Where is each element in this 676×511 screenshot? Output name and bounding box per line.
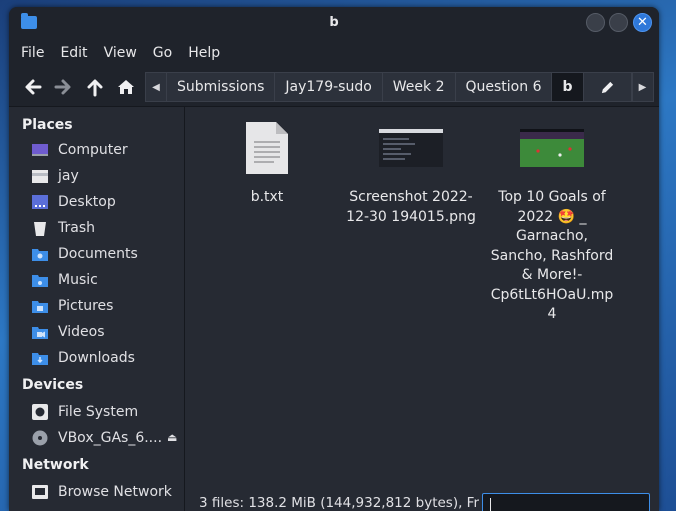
close-button[interactable]: ✕ — [633, 13, 652, 32]
sidebar-item-label: Trash — [58, 220, 95, 236]
home-folder-icon — [31, 168, 49, 184]
crumb-b[interactable]: b — [552, 72, 584, 102]
sidebar-item-label: Documents — [58, 246, 138, 262]
search-input[interactable] — [482, 493, 650, 511]
menu-bar: File Edit View Go Help — [9, 39, 659, 67]
sidebar-item-label: Videos — [58, 324, 105, 340]
sidebar: Places Computer jay Desktop Trash Docume… — [9, 107, 185, 511]
text-file-icon — [202, 117, 332, 179]
sidebar-item-browse-network[interactable]: Browse Network — [9, 479, 184, 505]
sidebar-item-label: jay — [58, 168, 79, 184]
window-title: b — [329, 15, 339, 30]
sidebar-item-pictures[interactable]: Pictures — [9, 293, 184, 319]
network-icon — [31, 484, 49, 500]
file-name: b.txt — [250, 189, 284, 205]
eject-icon[interactable]: ⏏ — [167, 431, 177, 444]
devices-heading: Devices — [22, 377, 84, 393]
sidebar-item-label: Downloads — [58, 350, 135, 366]
sidebar-item-downloads[interactable]: Downloads — [9, 345, 184, 371]
toolbar: ◀ Submissions Jay179-sudo Week 2 Questio… — [9, 67, 659, 107]
sidebar-item-label: Music — [58, 272, 98, 288]
up-button[interactable] — [81, 73, 109, 101]
sidebar-item-label: Computer — [58, 142, 128, 158]
chevron-right-icon: ▶ — [638, 81, 647, 93]
downloads-folder-icon — [31, 350, 49, 366]
back-arrow-icon — [25, 79, 42, 95]
menu-file[interactable]: File — [13, 45, 52, 61]
desktop-icon — [31, 194, 49, 210]
home-button[interactable] — [112, 73, 140, 101]
sidebar-item-file-system[interactable]: File System — [9, 399, 184, 425]
trash-icon — [31, 220, 49, 236]
video-thumbnail — [487, 117, 617, 179]
file-item[interactable]: Screenshot 2022-12-30 194015.png — [346, 117, 476, 227]
pathbar-scroll-left-button[interactable]: ◀ — [145, 72, 167, 102]
places-heading: Places — [22, 117, 73, 133]
pathbar-scroll-right-button[interactable]: ▶ — [631, 72, 654, 102]
sidebar-item-vbox-gas[interactable]: VBox_GAs_6.... ⏏ — [9, 425, 184, 451]
menu-go[interactable]: Go — [145, 45, 180, 61]
pictures-folder-icon — [31, 298, 49, 314]
crumb-jay179-sudo[interactable]: Jay179-sudo — [275, 72, 383, 102]
sidebar-item-trash[interactable]: Trash — [9, 215, 184, 241]
crumb-question-6[interactable]: Question 6 — [455, 72, 553, 102]
sidebar-item-videos[interactable]: Videos — [9, 319, 184, 345]
sidebar-item-label: VBox_GAs_6.... — [58, 430, 163, 446]
sidebar-item-label: File System — [58, 404, 139, 420]
close-icon: ✕ — [637, 15, 648, 30]
drive-icon — [31, 404, 49, 420]
image-thumbnail — [346, 117, 476, 179]
pencil-icon — [601, 81, 613, 93]
computer-icon — [31, 142, 49, 158]
status-text: 3 files: 138.2 MiB (144,932,812 bytes), … — [199, 495, 479, 511]
file-name: Top 10 Goals of 2022 🤩 _ Garnacho, Sanch… — [490, 189, 614, 322]
menu-edit[interactable]: Edit — [52, 45, 95, 61]
up-arrow-icon — [87, 79, 103, 97]
sidebar-item-jay[interactable]: jay — [9, 163, 184, 189]
home-icon — [118, 80, 134, 94]
file-name: Screenshot 2022-12-30 194015.png — [346, 189, 476, 225]
file-manager-window: b ✕ File Edit View Go Help ◀ Submissions… — [9, 7, 659, 511]
chevron-left-icon: ◀ — [152, 81, 160, 93]
music-folder-icon — [31, 272, 49, 288]
menu-view[interactable]: View — [96, 45, 145, 61]
sidebar-item-label: Browse Network — [58, 484, 172, 500]
crumb-submissions[interactable]: Submissions — [167, 72, 276, 102]
edit-location-button[interactable] — [583, 72, 632, 102]
network-heading: Network — [22, 457, 89, 473]
maximize-button[interactable] — [609, 13, 628, 32]
sidebar-item-label: Desktop — [58, 194, 116, 210]
breadcrumb: ◀ Submissions Jay179-sudo Week 2 Questio… — [145, 72, 654, 102]
minimize-button[interactable] — [586, 13, 605, 32]
sidebar-item-music[interactable]: Music — [9, 267, 184, 293]
sidebar-item-label: Pictures — [58, 298, 114, 314]
file-item[interactable]: b.txt — [202, 117, 332, 208]
crumb-week-2[interactable]: Week 2 — [382, 72, 456, 102]
text-caret — [490, 498, 491, 511]
status-bar: 3 files: 138.2 MiB (144,932,812 bytes), … — [186, 489, 659, 511]
file-view[interactable]: b.txt Screenshot 2022-12-30 194015.png T… — [186, 107, 659, 489]
videos-folder-icon — [31, 324, 49, 340]
menu-help[interactable]: Help — [180, 45, 228, 61]
sidebar-item-desktop[interactable]: Desktop — [9, 189, 184, 215]
back-button[interactable] — [19, 73, 47, 101]
optical-disc-icon — [31, 430, 49, 446]
documents-folder-icon — [31, 246, 49, 262]
title-bar[interactable]: b ✕ — [9, 7, 659, 39]
file-item[interactable]: Top 10 Goals of 2022 🤩 _ Garnacho, Sanch… — [487, 117, 617, 325]
sidebar-item-documents[interactable]: Documents — [9, 241, 184, 267]
forward-button[interactable] — [49, 73, 77, 101]
forward-arrow-icon — [54, 79, 71, 95]
sidebar-item-computer[interactable]: Computer — [9, 137, 184, 163]
